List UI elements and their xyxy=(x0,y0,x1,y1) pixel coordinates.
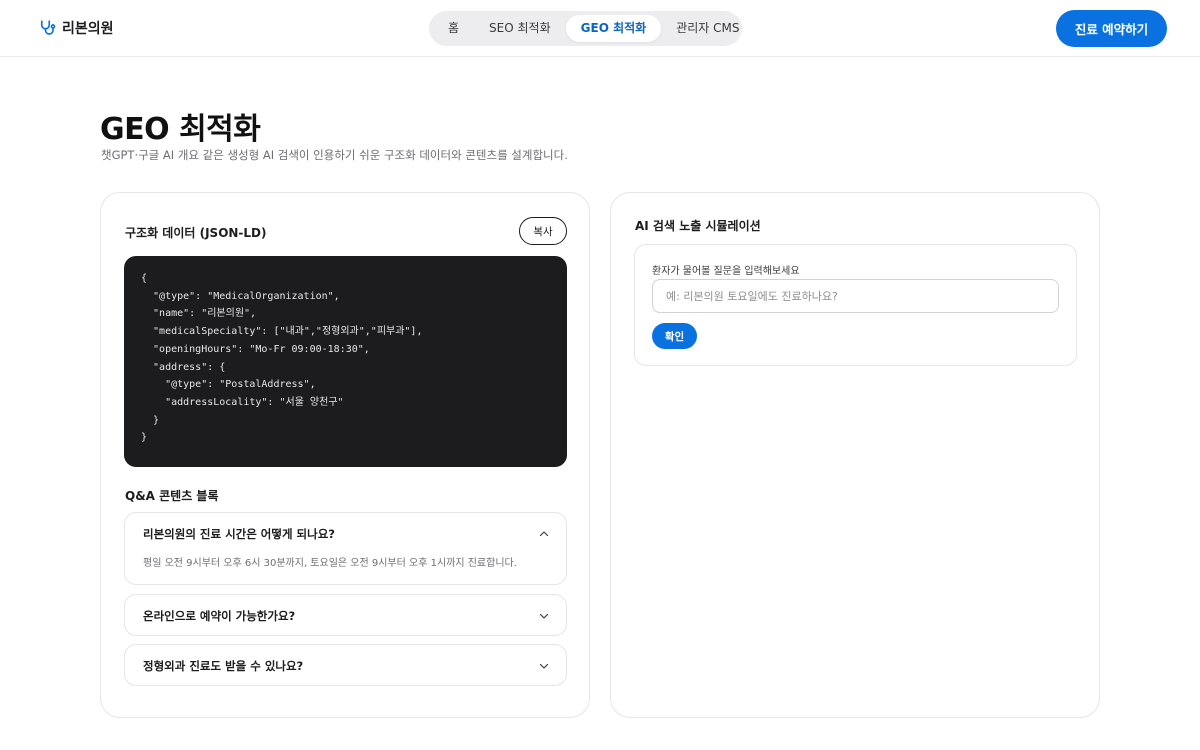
structured-data-heading: 구조화 데이터 (JSON-LD) xyxy=(125,226,267,240)
brand-name: 리본의원 xyxy=(62,21,114,37)
top-header: 리본의원 홈 SEO 최적화 GEO 최적화 관리자 CMS 진료 예약하기 xyxy=(0,0,1200,57)
chevron-down-icon xyxy=(539,663,549,669)
page-title: GEO 최적화 xyxy=(100,112,261,147)
json-ld-code-block[interactable]: { "@type": "MedicalOrganization", "name"… xyxy=(124,256,567,467)
main-nav: 홈 SEO 최적화 GEO 최적화 관리자 CMS xyxy=(429,11,742,46)
ai-search-simulation-card: AI 검색 노출 시뮬레이션 환자가 물어볼 질문을 입력해보세요 확인 xyxy=(610,192,1100,718)
simulation-form: 환자가 물어볼 질문을 입력해보세요 확인 xyxy=(634,244,1077,366)
page-subtitle: 챗GPT·구글 AI 개요 같은 생성형 AI 검색이 인용하기 쉬운 구조화 … xyxy=(101,148,568,162)
faq-question: 리본의원의 진료 시간은 어떻게 되나요? xyxy=(143,527,335,541)
structured-data-card: 구조화 데이터 (JSON-LD) 복사 { "@type": "Medical… xyxy=(100,192,590,718)
question-input-label: 환자가 물어볼 질문을 입력해보세요 xyxy=(652,266,800,277)
copy-button[interactable]: 복사 xyxy=(519,217,567,245)
brand-logo[interactable]: 리본의원 xyxy=(38,18,114,38)
tab-admin-cms[interactable]: 관리자 CMS xyxy=(661,15,754,42)
simulation-heading: AI 검색 노출 시뮬레이션 xyxy=(635,219,761,233)
stethoscope-icon xyxy=(38,19,56,37)
faq-answer: 평일 오전 9시부터 오후 6시 30분까지, 토요일은 오전 9시부터 오후 … xyxy=(143,558,517,569)
faq-question: 온라인으로 예약이 가능한가요? xyxy=(143,609,296,623)
tab-home[interactable]: 홈 xyxy=(433,15,474,42)
tab-geo[interactable]: GEO 최적화 xyxy=(565,15,662,42)
json-ld-code: { "@type": "MedicalOrganization", "name"… xyxy=(141,273,423,444)
faq-item-hours[interactable]: 리본의원의 진료 시간은 어떻게 되나요? 평일 오전 9시부터 오후 6시 3… xyxy=(124,512,567,585)
qa-heading: Q&A 콘텐츠 블록 xyxy=(125,489,219,503)
faq-item-online-booking[interactable]: 온라인으로 예약이 가능한가요? xyxy=(124,594,567,636)
chevron-down-icon xyxy=(539,613,549,619)
faq-question: 정형외과 진료도 받을 수 있나요? xyxy=(143,659,304,673)
tab-seo[interactable]: SEO 최적화 xyxy=(474,15,566,42)
question-input[interactable] xyxy=(652,279,1059,313)
faq-item-orthopedics[interactable]: 정형외과 진료도 받을 수 있나요? xyxy=(124,644,567,686)
chevron-up-icon xyxy=(539,531,549,537)
confirm-button[interactable]: 확인 xyxy=(652,323,697,349)
book-appointment-button[interactable]: 진료 예약하기 xyxy=(1056,10,1167,47)
